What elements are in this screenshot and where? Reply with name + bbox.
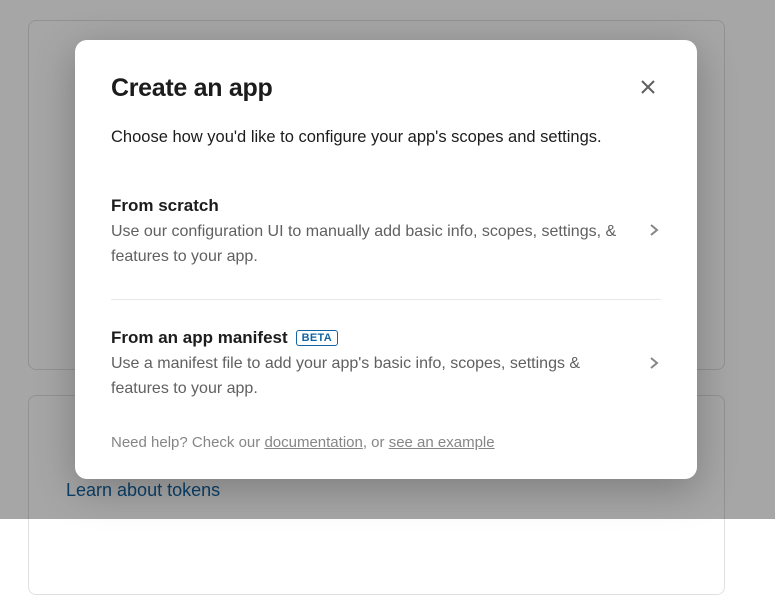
chevron-right-icon [647, 356, 661, 375]
option-description: Use a manifest file to add your app's ba… [111, 352, 627, 402]
option-title-row: From scratch [111, 196, 627, 216]
close-button[interactable] [635, 74, 661, 100]
documentation-link[interactable]: documentation [264, 434, 362, 451]
divider [111, 299, 661, 300]
close-icon [639, 78, 657, 96]
option-from-scratch[interactable]: From scratch Use our configuration UI to… [111, 186, 661, 288]
chevron-right-icon [647, 223, 661, 242]
option-from-manifest[interactable]: From an app manifest BETA Use a manifest… [111, 318, 661, 420]
help-text: Need help? Check our documentation, or s… [111, 434, 661, 451]
help-middle: , or [363, 434, 389, 451]
option-title: From an app manifest [111, 328, 288, 348]
beta-badge: BETA [296, 330, 338, 346]
option-description: Use our configuration UI to manually add… [111, 220, 627, 270]
modal-title: Create an app [111, 74, 272, 103]
create-app-modal: Create an app Choose how you'd like to c… [75, 40, 697, 479]
modal-header: Create an app [111, 74, 661, 103]
help-prefix: Need help? Check our [111, 434, 264, 451]
option-content: From an app manifest BETA Use a manifest… [111, 328, 647, 402]
modal-subtitle: Choose how you'd like to configure your … [111, 125, 661, 150]
see-example-link[interactable]: see an example [389, 434, 495, 451]
option-title: From scratch [111, 196, 219, 216]
option-title-row: From an app manifest BETA [111, 328, 627, 348]
option-content: From scratch Use our configuration UI to… [111, 196, 647, 270]
